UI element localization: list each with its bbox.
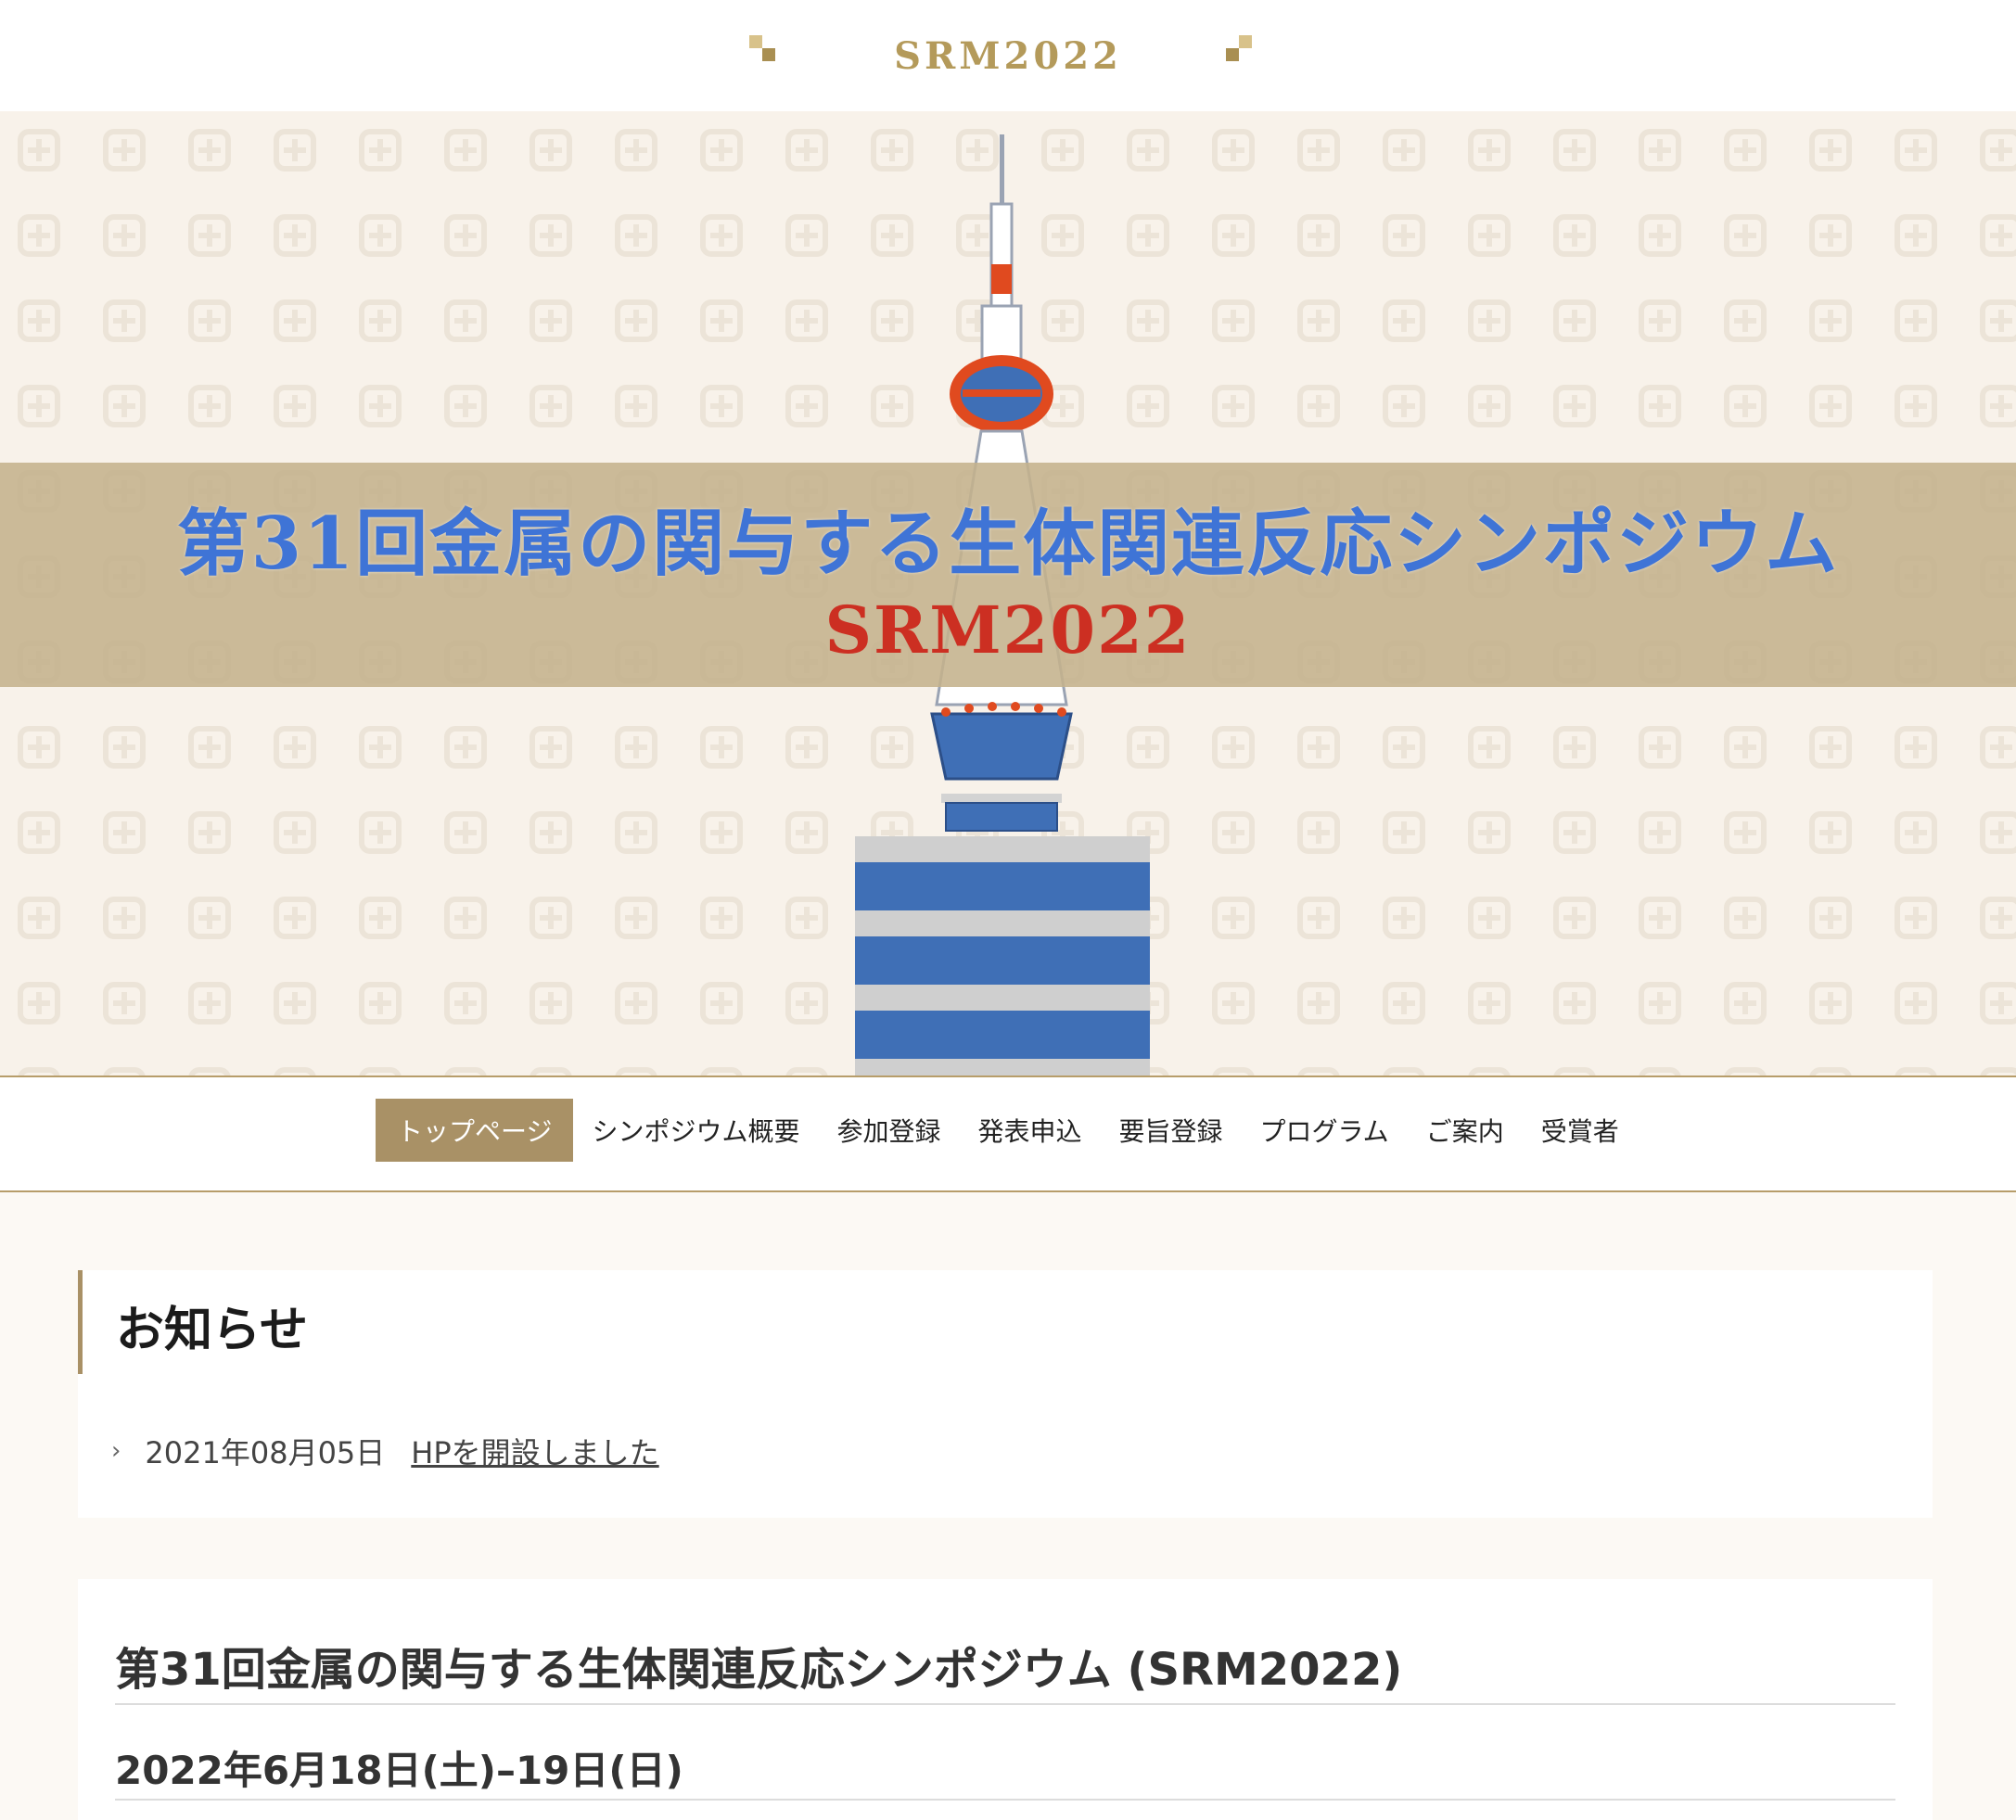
divider [115,1703,1895,1705]
event-section: 第31回金属の関与する生体関連反応シンポジウム (SRM2022) 2022年6… [78,1579,1933,1820]
nav-registration[interactable]: 参加登録 [818,1099,959,1162]
event-date: 2022年6月18日(土)–19日(日) [115,1748,683,1793]
hero-subtitle: SRM2022 [824,592,1192,668]
news-section: お知らせ › 2021年08月05日 HPを開設しました [78,1270,1933,1518]
nav-guide[interactable]: ご案内 [1408,1099,1523,1162]
nav-presentation-application[interactable]: 発表申込 [959,1099,1100,1162]
nav-program[interactable]: プログラム [1242,1099,1408,1162]
decorative-squares-icon [1226,35,1257,67]
divider [115,1799,1895,1801]
news-link[interactable]: HPを開設しました [411,1430,658,1472]
hero-banner: 第31回金属の関与する生体関連反応シンポジウム SRM2022 [0,111,2016,1075]
news-date: 2021年08月05日 [145,1435,386,1470]
site-brand[interactable]: SRM2022 [0,0,2016,111]
event-title: 第31回金属の関与する生体関連反応シンポジウム (SRM2022) [115,1644,1403,1696]
nav-symposium-overview[interactable]: シンポジウム概要 [573,1099,818,1162]
hero-title: 第31回金属の関与する生体関連反応シンポジウム [176,502,1840,586]
nav-abstract-submission[interactable]: 要旨登録 [1101,1099,1242,1162]
nav-top-page[interactable]: トップページ [376,1099,574,1162]
news-heading-bar: お知らせ [78,1270,1933,1374]
site-header: SRM2022 [0,0,2016,111]
nav-awardees[interactable]: 受賞者 [1523,1099,1638,1162]
main-nav: トップページ シンポジウム概要 参加登録 発表申込 要旨登録 プログラム ご案内… [0,1075,2016,1192]
news-heading: お知らせ [116,1303,308,1358]
chevron-right-icon: › [111,1437,121,1465]
list-item: › 2021年08月05日 HPを開設しました [111,1430,659,1472]
